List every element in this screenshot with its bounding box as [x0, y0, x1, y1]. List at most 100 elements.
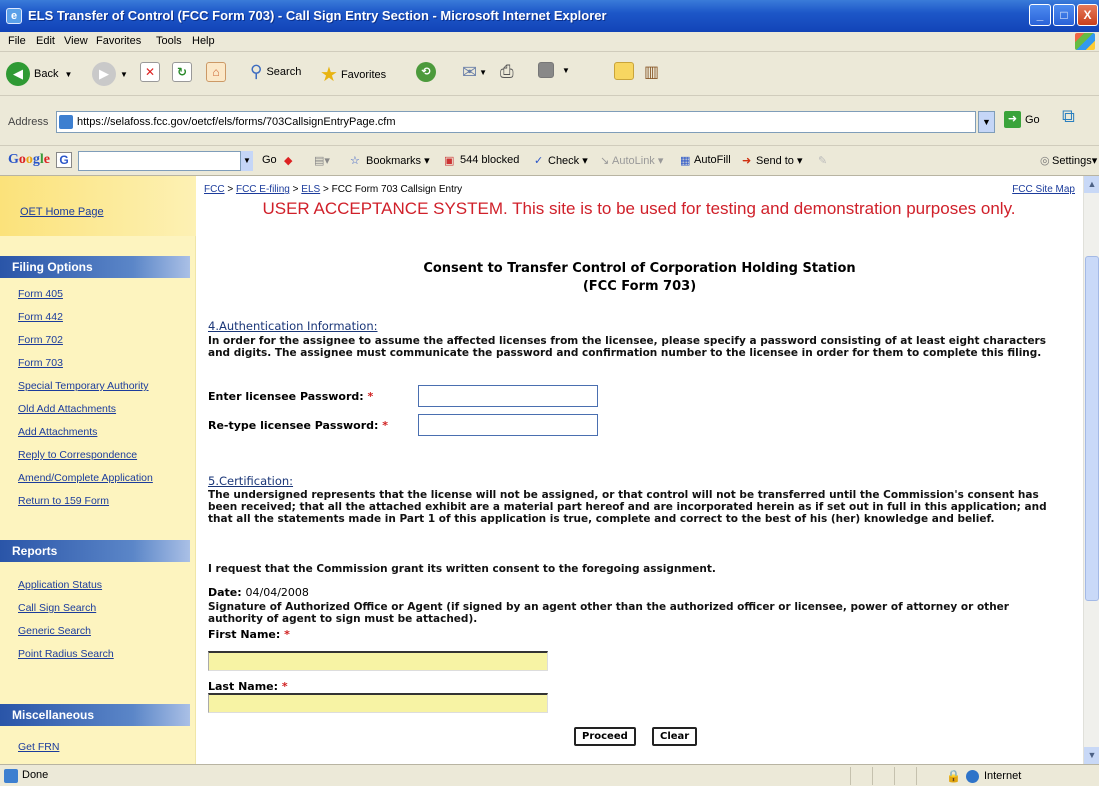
edit-button[interactable]: ▼ [538, 62, 570, 78]
minimize-button[interactable]: _ [1029, 4, 1051, 26]
scroll-thumb[interactable] [1085, 256, 1099, 601]
status-divider [894, 767, 895, 785]
address-input[interactable]: https://selafoss.fcc.gov/oetcf/els/forms… [56, 111, 976, 133]
sidebar-item-reply-to-correspondence[interactable]: Reply to Correspondence [18, 449, 137, 461]
breadcrumb-efiling[interactable]: FCC E-filing [236, 184, 290, 195]
history-button[interactable]: ⟲ [416, 62, 436, 82]
menu-favorites[interactable]: Favorites [96, 35, 141, 47]
lock-icon: 🔒 [946, 769, 961, 783]
stop-button[interactable]: ✕ [140, 62, 160, 82]
forward-arrow-icon: ▶ [92, 62, 116, 86]
sidebar-item-form-703[interactable]: Form 703 [18, 357, 63, 369]
search-button[interactable]: ⚲ Search [250, 62, 301, 82]
dropdown-arrow-icon: ▼ [120, 69, 128, 79]
menu-view[interactable]: View [64, 35, 88, 47]
address-dropdown[interactable]: ▼ [978, 111, 995, 133]
sidebar-item-form-702[interactable]: Form 702 [18, 334, 63, 346]
menu-tools[interactable]: Tools [156, 35, 182, 47]
spellcheck-button[interactable]: Check ▾ [548, 154, 588, 167]
site-map-link[interactable]: FCC Site Map [1012, 184, 1075, 195]
home-icon: ⌂ [206, 62, 226, 82]
sidebar-item-application-status[interactable]: Application Status [18, 579, 102, 591]
sidebar-item-point-radius-search[interactable]: Point Radius Search [18, 648, 114, 660]
back-button[interactable]: ◀ Back ▼ [6, 62, 72, 86]
sidebar-item-return-to-159-form[interactable]: Return to 159 Form [18, 495, 109, 507]
print-button[interactable]: ⎙ [500, 62, 514, 82]
stop-icon: ✕ [140, 62, 160, 82]
sidebar-item-call-sign-search[interactable]: Call Sign Search [18, 602, 96, 614]
research-button[interactable]: ▥ [644, 62, 659, 82]
form-title: Consent to Transfer Control of Corporati… [196, 260, 1083, 296]
breadcrumb-fcc[interactable]: FCC [204, 184, 225, 195]
required-marker: * [367, 390, 374, 403]
menu-file[interactable]: File [8, 35, 26, 47]
highlight-icon[interactable]: ✎ [818, 154, 827, 167]
menu-edit[interactable]: Edit [36, 35, 55, 47]
vertical-scrollbar[interactable]: ▲ ▼ [1083, 176, 1099, 764]
sendto-button[interactable]: Send to ▾ [756, 154, 803, 167]
date-row: Date: 04/04/2008 [208, 586, 309, 599]
auth-heading: 4.Authentication Information: [208, 319, 378, 333]
sidebar-item-form-442[interactable]: Form 442 [18, 311, 63, 323]
google-logo[interactable]: Google [8, 152, 50, 168]
autofill-icon: ▦ [680, 155, 691, 167]
retype-password-input[interactable] [418, 414, 598, 436]
breadcrumb-els[interactable]: ELS [301, 184, 320, 195]
google-go-button[interactable]: Go [262, 154, 277, 166]
sidebar-item-special-temporary-authority[interactable]: Special Temporary Authority [18, 380, 149, 392]
google-search-dropdown[interactable]: ▼ [240, 151, 253, 171]
password-label: Enter licensee Password: * [208, 390, 374, 403]
miscellaneous-heading: Miscellaneous [0, 704, 190, 726]
retype-password-label: Re-type licensee Password: * [208, 419, 389, 432]
folder-button[interactable] [614, 62, 634, 80]
bookmark-star-icon: ☆ [350, 155, 360, 167]
dropdown-arrow-icon: ▼ [64, 69, 73, 79]
filing-options-heading: Filing Options [0, 256, 190, 278]
forward-button[interactable]: ▶ ▼ [92, 62, 128, 86]
pagerank-icon[interactable]: ▤▾ [314, 154, 330, 167]
scroll-down-icon[interactable]: ▼ [1084, 747, 1099, 764]
security-zone: 🔒 Internet [946, 769, 1021, 783]
status-divider [850, 767, 851, 785]
bookmarks-button[interactable]: Bookmarks ▾ [366, 154, 430, 167]
star-icon: ★ [320, 64, 338, 86]
sidebar-item-amend-complete-application[interactable]: Amend/Complete Application [18, 472, 153, 484]
last-name-input[interactable] [208, 693, 548, 713]
first-name-label: First Name: * [208, 628, 290, 641]
zone-label: Internet [983, 770, 1022, 782]
links-icon[interactable]: ⧉ [1062, 106, 1075, 127]
mail-button[interactable]: ✉ ▼ [462, 62, 487, 83]
first-name-input[interactable] [208, 651, 548, 671]
sidebar-item-generic-search[interactable]: Generic Search [18, 625, 91, 637]
google-search-input[interactable] [78, 151, 253, 171]
autofill-button[interactable]: AutoFill [694, 154, 731, 166]
proceed-button[interactable]: Proceed [574, 727, 636, 746]
maximize-button[interactable]: □ [1053, 4, 1075, 26]
popup-blocked-count[interactable]: 544 blocked [460, 154, 519, 166]
sidebar-item-form-405[interactable]: Form 405 [18, 288, 63, 300]
ie-icon: e [6, 8, 22, 24]
sidebar-item-add-attachments[interactable]: Add Attachments [18, 426, 97, 438]
menu-help[interactable]: Help [192, 35, 215, 47]
settings-button[interactable]: Settings▾ [1052, 154, 1097, 167]
dropdown-arrow-icon: ▼ [479, 68, 488, 77]
favorites-button[interactable]: ★ Favorites [320, 62, 386, 87]
sidebar-item-get-frn[interactable]: Get FRN [18, 741, 59, 753]
refresh-button[interactable]: ↻ [172, 62, 192, 82]
clear-button[interactable]: Clear [652, 727, 698, 746]
sidebar: OET Home Page Filing Options Form 405 Fo… [0, 176, 196, 764]
auth-instructions: In order for the assignee to assume the … [208, 335, 1046, 359]
home-button[interactable]: ⌂ [206, 62, 226, 82]
date-label: Date: [208, 586, 242, 599]
scroll-up-icon[interactable]: ▲ [1084, 176, 1099, 193]
go-button[interactable]: ➜ Go [1004, 111, 1040, 128]
autolink-button[interactable]: AutoLink ▾ [612, 154, 663, 167]
sidebar-item-old-add-attachments[interactable]: Old Add Attachments [18, 403, 116, 415]
close-button[interactable]: X [1077, 4, 1098, 26]
certification-text: The undersigned represents that the lice… [208, 489, 1047, 525]
google-g-icon[interactable]: G [56, 152, 72, 168]
licensee-password-input[interactable] [418, 385, 598, 407]
sidebar-home-panel: OET Home Page [0, 176, 196, 236]
signature-instructions: Signature of Authorized Office or Agent … [208, 601, 1009, 625]
oet-home-link[interactable]: OET Home Page [20, 206, 104, 218]
